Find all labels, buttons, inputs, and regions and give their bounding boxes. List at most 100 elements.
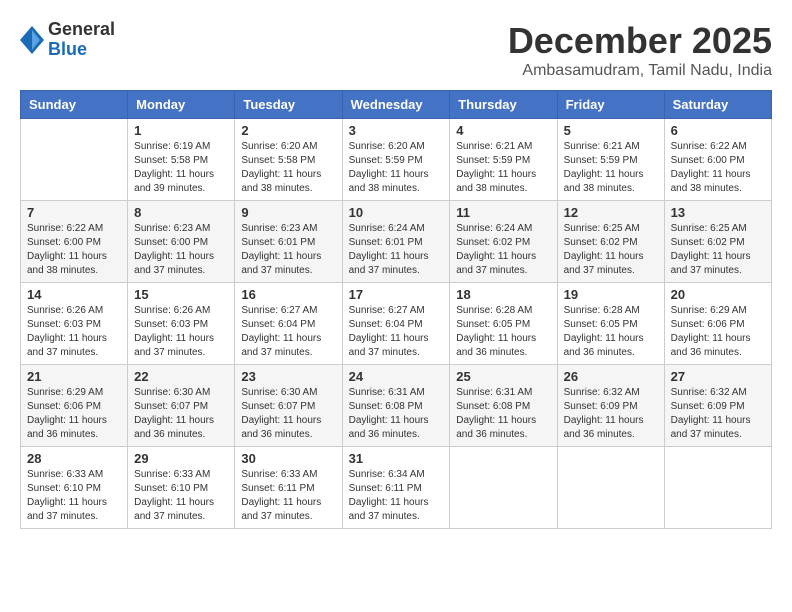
calendar-cell: 14 Sunrise: 6:26 AM Sunset: 6:03 PM Dayli… <box>21 283 128 365</box>
calendar-cell: 23Sunrise: 6:30 AM Sunset: 6:07 PM Dayli… <box>235 365 342 447</box>
day-info: Sunrise: 6:31 AM Sunset: 6:08 PM Dayligh… <box>349 386 444 442</box>
calendar-cell: 12Sunrise: 6:25 AM Sunset: 6:02 PM Dayli… <box>557 201 664 283</box>
day-number: 27 <box>671 369 765 384</box>
day-number: 14 <box>27 287 121 302</box>
day-number: 6 <box>671 123 765 138</box>
calendar-cell: 25Sunrise: 6:31 AM Sunset: 6:08 PM Dayli… <box>450 365 557 447</box>
calendar-weekday-sunday: Sunday <box>21 91 128 119</box>
day-info: Sunrise: 6:29 AM Sunset: 6:06 PM Dayligh… <box>27 386 121 442</box>
day-info: Sunrise: 6:30 AM Sunset: 6:07 PM Dayligh… <box>134 386 228 442</box>
calendar-cell: 8 Sunrise: 6:23 AM Sunset: 6:00 PM Daylig… <box>128 201 235 283</box>
calendar-week-row: 14 Sunrise: 6:26 AM Sunset: 6:03 PM Dayli… <box>21 283 772 365</box>
day-number: 15 <box>134 287 228 302</box>
calendar-cell: 13 Sunrise: 6:25 AM Sunset: 6:02 PM Dayli… <box>664 201 771 283</box>
calendar-cell: 29 Sunrise: 6:33 AM Sunset: 6:10 PM Dayli… <box>128 447 235 529</box>
day-number: 5 <box>564 123 658 138</box>
calendar-cell: 24 Sunrise: 6:31 AM Sunset: 6:08 PM Dayli… <box>342 365 450 447</box>
day-number: 3 <box>349 123 444 138</box>
day-number: 9 <box>241 205 335 220</box>
day-number: 18 <box>456 287 550 302</box>
calendar-weekday-saturday: Saturday <box>664 91 771 119</box>
calendar-week-row: 1 Sunrise: 6:19 AM Sunset: 5:58 PM Daylig… <box>21 119 772 201</box>
day-number: 13 <box>671 205 765 220</box>
day-info: Sunrise: 6:22 AM Sunset: 6:00 PM Dayligh… <box>27 222 121 278</box>
day-number: 24 <box>349 369 444 384</box>
day-info: Sunrise: 6:24 AM Sunset: 6:01 PM Dayligh… <box>349 222 444 278</box>
calendar-cell: 18 Sunrise: 6:28 AM Sunset: 6:05 PM Dayli… <box>450 283 557 365</box>
day-info: Sunrise: 6:32 AM Sunset: 6:09 PM Dayligh… <box>564 386 658 442</box>
calendar-cell: 28Sunrise: 6:33 AM Sunset: 6:10 PM Dayli… <box>21 447 128 529</box>
calendar-weekday-thursday: Thursday <box>450 91 557 119</box>
day-number: 16 <box>241 287 335 302</box>
day-info: Sunrise: 6:24 AM Sunset: 6:02 PM Dayligh… <box>456 222 550 278</box>
calendar-cell: 6 Sunrise: 6:22 AM Sunset: 6:00 PM Daylig… <box>664 119 771 201</box>
calendar-cell: 3Sunrise: 6:20 AM Sunset: 5:59 PM Daylig… <box>342 119 450 201</box>
calendar-table: SundayMondayTuesdayWednesdayThursdayFrid… <box>20 90 772 529</box>
month-title: December 2025 <box>508 20 772 62</box>
day-info: Sunrise: 6:19 AM Sunset: 5:58 PM Dayligh… <box>134 140 228 196</box>
day-number: 28 <box>27 451 121 466</box>
location: Ambasamudram, Tamil Nadu, India <box>508 62 772 80</box>
calendar-cell: 7 Sunrise: 6:22 AM Sunset: 6:00 PM Daylig… <box>21 201 128 283</box>
title-section: December 2025 Ambasamudram, Tamil Nadu, … <box>508 20 772 80</box>
calendar-cell <box>557 447 664 529</box>
calendar-cell: 2Sunrise: 6:20 AM Sunset: 5:58 PM Daylig… <box>235 119 342 201</box>
day-info: Sunrise: 6:26 AM Sunset: 6:03 PM Dayligh… <box>134 304 228 360</box>
calendar-cell: 20 Sunrise: 6:29 AM Sunset: 6:06 PM Dayli… <box>664 283 771 365</box>
calendar-header-row: SundayMondayTuesdayWednesdayThursdayFrid… <box>21 91 772 119</box>
calendar-cell <box>21 119 128 201</box>
day-info: Sunrise: 6:33 AM Sunset: 6:10 PM Dayligh… <box>134 468 228 524</box>
day-info: Sunrise: 6:25 AM Sunset: 6:02 PM Dayligh… <box>671 222 765 278</box>
day-number: 29 <box>134 451 228 466</box>
logo-icon <box>20 26 44 54</box>
day-number: 31 <box>349 451 444 466</box>
day-info: Sunrise: 6:30 AM Sunset: 6:07 PM Dayligh… <box>241 386 335 442</box>
day-number: 1 <box>134 123 228 138</box>
day-number: 20 <box>671 287 765 302</box>
calendar-weekday-friday: Friday <box>557 91 664 119</box>
day-info: Sunrise: 6:28 AM Sunset: 6:05 PM Dayligh… <box>456 304 550 360</box>
day-info: Sunrise: 6:32 AM Sunset: 6:09 PM Dayligh… <box>671 386 765 442</box>
day-number: 19 <box>564 287 658 302</box>
day-info: Sunrise: 6:31 AM Sunset: 6:08 PM Dayligh… <box>456 386 550 442</box>
day-info: Sunrise: 6:21 AM Sunset: 5:59 PM Dayligh… <box>456 140 550 196</box>
day-number: 26 <box>564 369 658 384</box>
calendar-cell: 15 Sunrise: 6:26 AM Sunset: 6:03 PM Dayli… <box>128 283 235 365</box>
logo: General Blue <box>20 20 115 60</box>
calendar-cell: 4 Sunrise: 6:21 AM Sunset: 5:59 PM Daylig… <box>450 119 557 201</box>
day-info: Sunrise: 6:34 AM Sunset: 6:11 PM Dayligh… <box>349 468 444 524</box>
logo-general: General <box>48 20 115 40</box>
calendar-cell: 27 Sunrise: 6:32 AM Sunset: 6:09 PM Dayli… <box>664 365 771 447</box>
calendar-cell: 21Sunrise: 6:29 AM Sunset: 6:06 PM Dayli… <box>21 365 128 447</box>
calendar-cell: 31 Sunrise: 6:34 AM Sunset: 6:11 PM Dayli… <box>342 447 450 529</box>
day-info: Sunrise: 6:29 AM Sunset: 6:06 PM Dayligh… <box>671 304 765 360</box>
day-info: Sunrise: 6:21 AM Sunset: 5:59 PM Dayligh… <box>564 140 658 196</box>
calendar-cell: 10 Sunrise: 6:24 AM Sunset: 6:01 PM Dayli… <box>342 201 450 283</box>
calendar-cell: 26 Sunrise: 6:32 AM Sunset: 6:09 PM Dayli… <box>557 365 664 447</box>
calendar-cell <box>664 447 771 529</box>
logo-blue: Blue <box>48 40 115 60</box>
day-info: Sunrise: 6:33 AM Sunset: 6:11 PM Dayligh… <box>241 468 335 524</box>
logo-text: General Blue <box>48 20 115 60</box>
day-info: Sunrise: 6:23 AM Sunset: 6:00 PM Dayligh… <box>134 222 228 278</box>
day-info: Sunrise: 6:26 AM Sunset: 6:03 PM Dayligh… <box>27 304 121 360</box>
day-number: 10 <box>349 205 444 220</box>
calendar-cell: 30 Sunrise: 6:33 AM Sunset: 6:11 PM Dayli… <box>235 447 342 529</box>
day-info: Sunrise: 6:20 AM Sunset: 5:58 PM Dayligh… <box>241 140 335 196</box>
day-info: Sunrise: 6:22 AM Sunset: 6:00 PM Dayligh… <box>671 140 765 196</box>
day-number: 11 <box>456 205 550 220</box>
day-number: 8 <box>134 205 228 220</box>
calendar-cell: 5 Sunrise: 6:21 AM Sunset: 5:59 PM Daylig… <box>557 119 664 201</box>
day-number: 30 <box>241 451 335 466</box>
day-info: Sunrise: 6:27 AM Sunset: 6:04 PM Dayligh… <box>241 304 335 360</box>
calendar-cell: 9 Sunrise: 6:23 AM Sunset: 6:01 PM Daylig… <box>235 201 342 283</box>
calendar-cell: 16 Sunrise: 6:27 AM Sunset: 6:04 PM Dayli… <box>235 283 342 365</box>
calendar-cell: 22Sunrise: 6:30 AM Sunset: 6:07 PM Dayli… <box>128 365 235 447</box>
calendar-cell <box>450 447 557 529</box>
day-info: Sunrise: 6:23 AM Sunset: 6:01 PM Dayligh… <box>241 222 335 278</box>
calendar-weekday-wednesday: Wednesday <box>342 91 450 119</box>
day-number: 4 <box>456 123 550 138</box>
calendar-week-row: 28 Sunrise: 6:33 AM Sunset: 6:10 PM Dayli… <box>21 447 772 529</box>
calendar-weekday-tuesday: Tuesday <box>235 91 342 119</box>
day-number: 7 <box>27 205 121 220</box>
